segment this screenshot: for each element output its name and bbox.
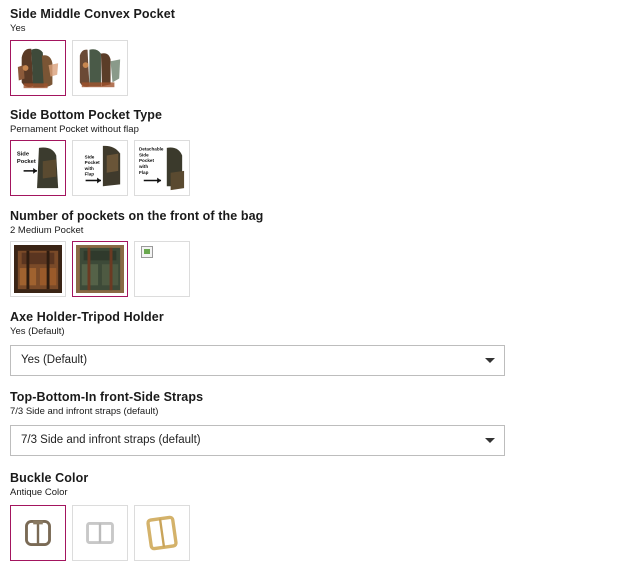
swatch-label-line: Flap	[85, 172, 95, 177]
swatch-label-line: Side	[139, 152, 149, 157]
silver-buckle-icon	[86, 521, 114, 545]
swatch-side-pocket[interactable]: Side Pocket	[10, 140, 66, 196]
swatch-buckle-gold[interactable]	[134, 505, 190, 561]
swatch-detachable-side-pocket-with-flap[interactable]: Detachable Side Pocket with Flap	[134, 140, 190, 196]
swatch-label-line: with	[84, 166, 94, 171]
option-title: Number of pockets on the front of the ba…	[10, 209, 264, 223]
swatch-buckle-antique[interactable]	[10, 505, 66, 561]
backpack-front-photo-icon	[76, 245, 124, 293]
option-title: Axe Holder-Tripod Holder	[10, 310, 164, 324]
swatch-side-pocket-with-flap[interactable]: Side Pocket with Flap	[72, 140, 128, 196]
swatch-label-line: Pocket	[139, 158, 155, 163]
option-title: Top-Bottom-In front-Side Straps	[10, 390, 204, 404]
backpack-photo-icon	[76, 44, 124, 92]
option-title: Side Middle Convex Pocket	[10, 7, 176, 21]
option-axe-holder: Axe Holder-Tripod Holder Yes (Default) Y…	[10, 310, 505, 376]
broken-image-icon	[141, 246, 153, 258]
option-title: Buckle Color	[10, 471, 89, 485]
swatch-front-pocket-1[interactable]	[10, 241, 66, 297]
backpack-front-photo-icon	[14, 245, 62, 293]
swatch-label-line: Pocket	[17, 159, 36, 165]
option-side-bottom-pocket-type: Side Bottom Pocket Type Pernament Pocket…	[10, 108, 190, 196]
swatch-label-line: Detachable	[139, 147, 164, 152]
axe-holder-select[interactable]: Yes (Default)	[10, 345, 505, 376]
option-front-pockets: Number of pockets on the front of the ba…	[10, 209, 263, 297]
antique-buckle-icon	[25, 520, 51, 546]
swatch-label-line: Flap	[139, 170, 149, 175]
option-selected-value: 7/3 Side and infront straps (default)	[10, 406, 159, 417]
option-buckle-color: Buckle Color Antique Color	[10, 471, 190, 561]
option-straps: Top-Bottom-In front-Side Straps 7/3 Side…	[10, 390, 505, 456]
option-selected-value: Yes	[10, 23, 26, 34]
select-value: 7/3 Side and infront straps (default)	[21, 434, 201, 446]
option-selected-value: Pernament Pocket without flap	[10, 124, 139, 135]
select-value: Yes (Default)	[21, 354, 88, 366]
swatch-label-line: Side	[17, 152, 29, 158]
chevron-down-icon	[485, 358, 495, 363]
swatch-label-line: Pocket	[85, 160, 101, 165]
chevron-down-icon	[485, 438, 495, 443]
swatch-label-line: with	[138, 164, 148, 169]
swatch-front-pocket-2[interactable]	[72, 241, 128, 297]
swatch-buckle-silver[interactable]	[72, 505, 128, 561]
option-selected-value: Yes (Default)	[10, 326, 65, 337]
option-selected-value: 2 Medium Pocket	[10, 225, 84, 236]
detachable-pocket-diagram-icon: Detachable Side Pocket with Flap	[138, 144, 186, 192]
side-pocket-flap-diagram-icon: Side Pocket with Flap	[76, 144, 124, 192]
option-title: Side Bottom Pocket Type	[10, 108, 163, 122]
swatch-label-line: Side	[85, 154, 95, 159]
option-selected-value: Antique Color	[10, 487, 68, 498]
swatch-front-pocket-3[interactable]	[134, 241, 190, 297]
swatch-side-middle-pocket-1[interactable]	[10, 40, 66, 96]
straps-select[interactable]: 7/3 Side and infront straps (default)	[10, 425, 505, 456]
side-pocket-diagram-icon: Side Pocket	[14, 144, 62, 192]
backpack-photo-icon	[14, 44, 62, 92]
gold-buckle-icon	[146, 515, 178, 551]
swatch-side-middle-pocket-2[interactable]	[72, 40, 128, 96]
option-side-middle-convex-pocket: Side Middle Convex Pocket Yes	[10, 7, 175, 96]
